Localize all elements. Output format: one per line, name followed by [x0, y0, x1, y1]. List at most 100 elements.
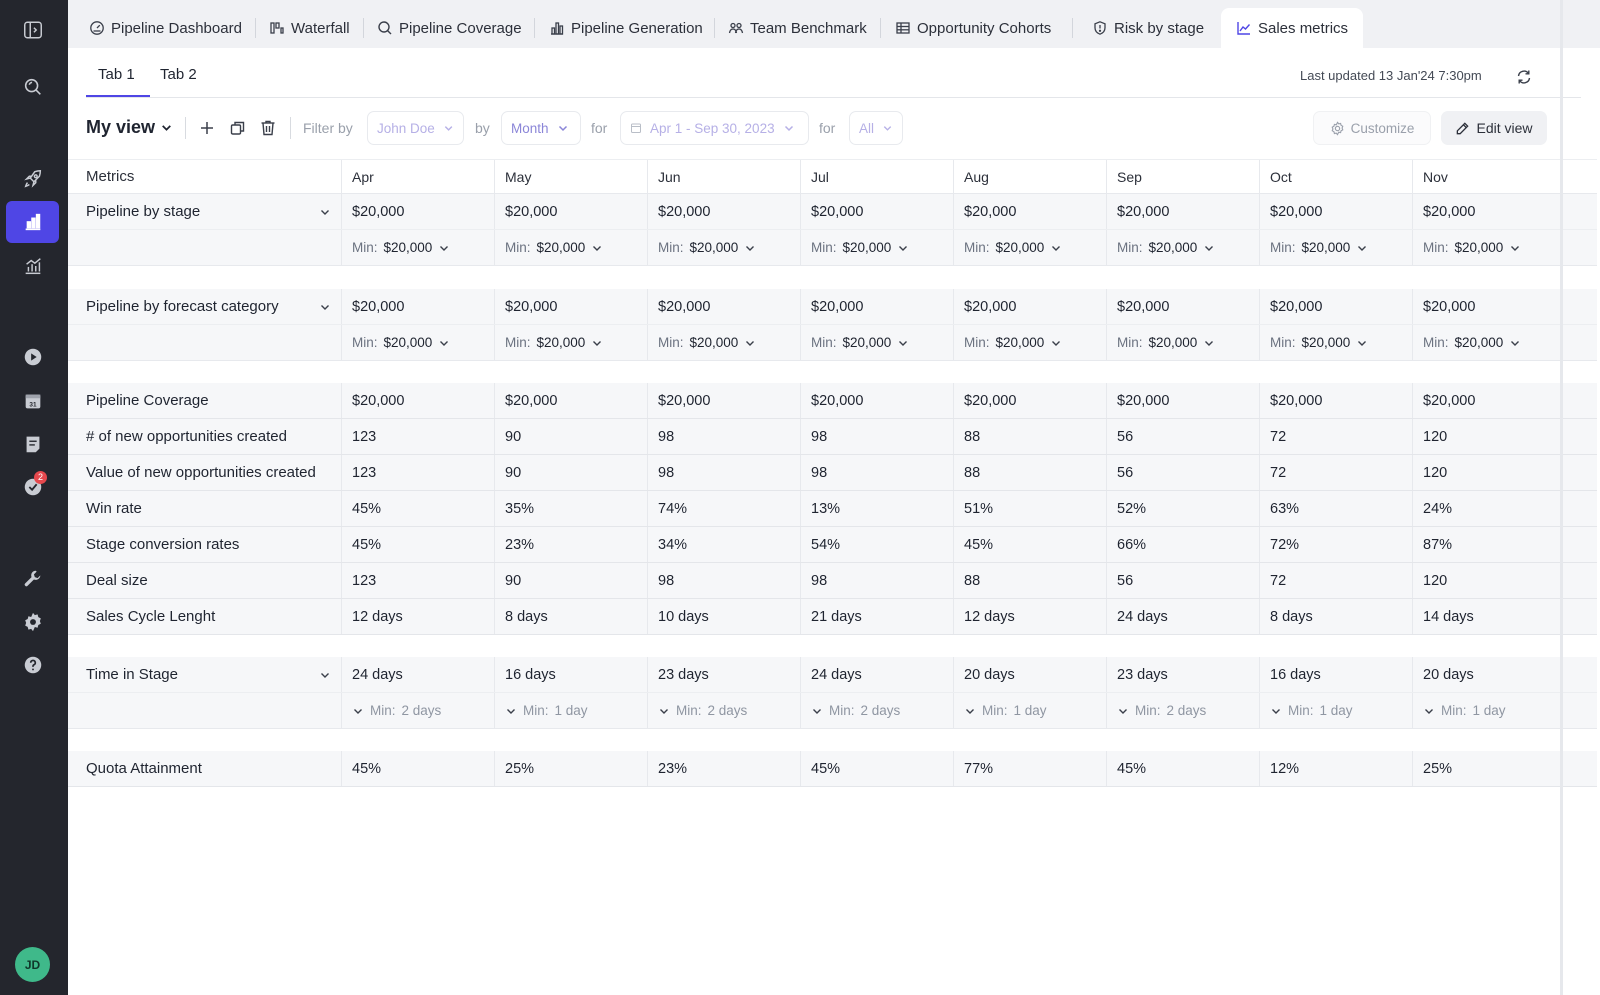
sidebar-item-tasks[interactable]: 2	[6, 466, 59, 508]
search-button[interactable]	[6, 66, 59, 108]
sidebar-toggle-button[interactable]	[6, 9, 59, 51]
min-cell[interactable]: Min: $20,000	[495, 325, 648, 360]
date-range-dropdown[interactable]: Apr 1 - Sep 30, 2023	[620, 111, 809, 145]
refresh-icon[interactable]	[1515, 68, 1533, 86]
min-cell[interactable]: Min: 2 days	[648, 693, 801, 728]
min-dropdown[interactable]: Min: $20,000	[811, 335, 909, 350]
sidebar-item-tools[interactable]	[6, 558, 59, 600]
avatar[interactable]: JD	[15, 947, 50, 982]
tab-pipeline-generation[interactable]: Pipeline Generation	[549, 8, 703, 48]
min-dropdown[interactable]: Min: $20,000	[1117, 335, 1215, 350]
min-dropdown[interactable]: Min: 1 day	[964, 703, 1047, 718]
period-dropdown[interactable]: Month	[501, 111, 581, 145]
tab-sales-metrics[interactable]: Sales metrics	[1221, 8, 1364, 48]
table-row[interactable]: Pipeline Coverage $20,000 $20,000 $20,00…	[68, 383, 1597, 419]
scope-dropdown[interactable]: All	[849, 111, 903, 145]
tab-1[interactable]: Tab 1	[98, 66, 135, 83]
table-row[interactable]: Value of new opportunities created 123 9…	[68, 455, 1597, 491]
min-cell[interactable]: Min: $20,000	[954, 325, 1107, 360]
tab-opportunity-cohorts[interactable]: Opportunity Cohorts	[895, 8, 1051, 48]
chevron-down-icon[interactable]	[319, 669, 331, 681]
table-row[interactable]: Quota Attainment 45% 25% 23% 45% 77% 45%…	[68, 751, 1597, 787]
table-cell: 45%	[954, 527, 1107, 562]
min-cell[interactable]: Min: $20,000	[648, 325, 801, 360]
min-dropdown[interactable]: Min: 2 days	[658, 703, 747, 718]
table-row[interactable]: # of new opportunities created 123 90 98…	[68, 419, 1597, 455]
min-cell[interactable]: Min: 1 day	[1413, 693, 1566, 728]
min-cell[interactable]: Min: 1 day	[495, 693, 648, 728]
min-dropdown[interactable]: Min: $20,000	[658, 240, 756, 255]
table-row[interactable]: Sales Cycle Lenght 12 days 8 days 10 day…	[68, 599, 1597, 635]
min-cell[interactable]: Min: $20,000	[1413, 325, 1566, 360]
owner-filter-dropdown[interactable]: John Doe	[367, 111, 464, 145]
min-dropdown[interactable]: Min: $20,000	[1270, 335, 1368, 350]
view-selector[interactable]: My view	[86, 117, 173, 138]
min-dropdown[interactable]: Min: 2 days	[1117, 703, 1206, 718]
min-dropdown[interactable]: Min: $20,000	[811, 240, 909, 255]
duplicate-icon[interactable]	[228, 118, 248, 138]
min-dropdown[interactable]: Min: 1 day	[1423, 703, 1506, 718]
min-dropdown[interactable]: Min: $20,000	[352, 335, 450, 350]
min-cell[interactable]: Min: $20,000	[1260, 325, 1413, 360]
sidebar-item-recordings[interactable]	[6, 336, 59, 378]
min-dropdown[interactable]: Min: 1 day	[505, 703, 588, 718]
min-cell[interactable]: Min: $20,000	[342, 325, 495, 360]
min-dropdown[interactable]: Min: 1 day	[1270, 703, 1353, 718]
min-cell[interactable]: Min: $20,000	[1413, 230, 1566, 265]
min-label: Min:	[1117, 335, 1143, 350]
tab-risk-by-stage[interactable]: Risk by stage	[1092, 8, 1204, 48]
min-dropdown[interactable]: Min: $20,000	[964, 335, 1062, 350]
sidebar-item-notes[interactable]	[6, 423, 59, 465]
tab-pipeline-coverage[interactable]: Pipeline Coverage	[377, 8, 522, 48]
min-dropdown[interactable]: Min: $20,000	[1423, 240, 1521, 255]
tab-2[interactable]: Tab 2	[160, 66, 197, 83]
tab-pipeline-dashboard[interactable]: Pipeline Dashboard	[89, 8, 242, 48]
chevron-down-icon[interactable]	[319, 206, 331, 218]
table-row[interactable]: Pipeline by forecast category $20,000 $2…	[68, 289, 1597, 325]
sidebar-item-reports[interactable]	[6, 201, 59, 243]
min-dropdown[interactable]: Min: 2 days	[811, 703, 900, 718]
tab-team-benchmark[interactable]: Team Benchmark	[728, 8, 867, 48]
min-cell[interactable]: Min: $20,000	[495, 230, 648, 265]
min-dropdown[interactable]: Min: $20,000	[964, 240, 1062, 255]
min-dropdown[interactable]: Min: $20,000	[1423, 335, 1521, 350]
scrollbar-track[interactable]	[1560, 0, 1563, 995]
min-dropdown[interactable]: Min: $20,000	[505, 240, 603, 255]
min-cell[interactable]: Min: $20,000	[954, 230, 1107, 265]
table-row[interactable]: Deal size 123 90 98 98 88 56 72 120	[68, 563, 1597, 599]
min-dropdown[interactable]: Min: $20,000	[1270, 240, 1368, 255]
min-cell[interactable]: Min: 1 day	[1260, 693, 1413, 728]
table-row[interactable]: Win rate 45% 35% 74% 13% 51% 52% 63% 24%	[68, 491, 1597, 527]
min-dropdown[interactable]: Min: $20,000	[352, 240, 450, 255]
min-cell[interactable]: Min: $20,000	[648, 230, 801, 265]
customize-button[interactable]: Customize	[1313, 111, 1431, 145]
sidebar-item-settings[interactable]	[6, 601, 59, 643]
table-cell: 45%	[342, 751, 495, 786]
min-dropdown[interactable]: Min: $20,000	[505, 335, 603, 350]
min-cell[interactable]: Min: 2 days	[801, 693, 954, 728]
min-dropdown[interactable]: Min: $20,000	[1117, 240, 1215, 255]
min-dropdown[interactable]: Min: 2 days	[352, 703, 441, 718]
trash-icon[interactable]	[258, 118, 278, 138]
tab-waterfall[interactable]: Waterfall	[269, 8, 350, 48]
edit-view-button[interactable]: Edit view	[1441, 111, 1547, 145]
min-cell[interactable]: Min: 2 days	[1107, 693, 1260, 728]
table-row[interactable]: Time in Stage 24 days 16 days 23 days 24…	[68, 657, 1597, 693]
min-cell[interactable]: Min: $20,000	[1107, 325, 1260, 360]
table-row[interactable]: Pipeline by stage $20,000 $20,000 $20,00…	[68, 194, 1597, 230]
sidebar-item-help[interactable]	[6, 644, 59, 686]
min-cell[interactable]: Min: $20,000	[1107, 230, 1260, 265]
launch-button[interactable]	[6, 158, 59, 200]
min-cell[interactable]: Min: 2 days	[342, 693, 495, 728]
add-icon[interactable]	[197, 118, 217, 138]
table-row[interactable]: Stage conversion rates 45% 23% 34% 54% 4…	[68, 527, 1597, 563]
min-cell[interactable]: Min: $20,000	[342, 230, 495, 265]
min-cell[interactable]: Min: $20,000	[1260, 230, 1413, 265]
sidebar-item-analytics[interactable]	[6, 245, 59, 287]
chevron-down-icon[interactable]	[319, 301, 331, 313]
min-dropdown[interactable]: Min: $20,000	[658, 335, 756, 350]
min-cell[interactable]: Min: $20,000	[801, 230, 954, 265]
min-cell[interactable]: Min: $20,000	[801, 325, 954, 360]
min-cell[interactable]: Min: 1 day	[954, 693, 1107, 728]
sidebar-item-calendar[interactable]: 31	[6, 380, 59, 422]
